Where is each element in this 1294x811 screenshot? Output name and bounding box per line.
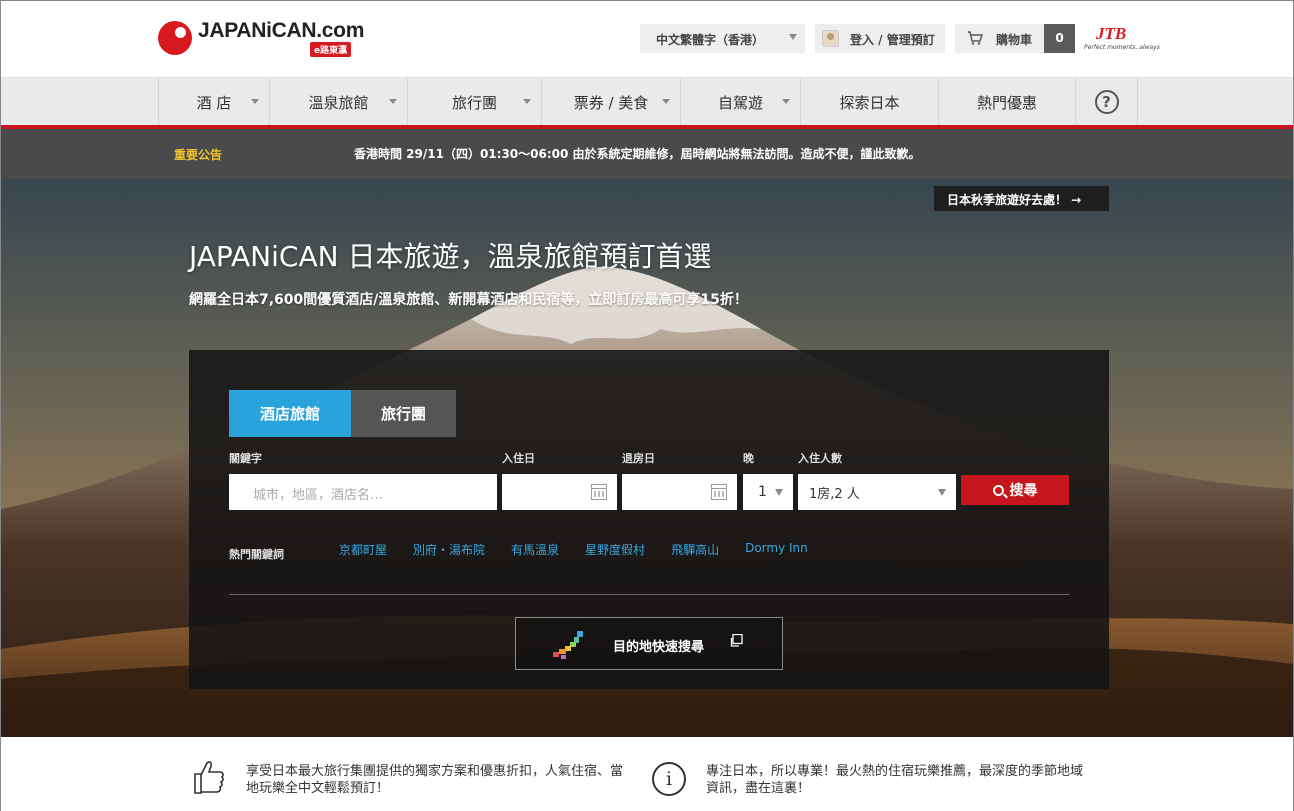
nav-item-selfdrive[interactable]: 自駕遊	[680, 78, 800, 126]
chevron-down-icon	[775, 489, 783, 496]
hot-keyword-link[interactable]: 別府・湯布院	[413, 541, 485, 558]
nav-label: 票券 / 美食	[573, 93, 649, 112]
help-icon: ?	[1094, 90, 1119, 114]
chevron-down-icon	[662, 99, 670, 104]
tab-hotel[interactable]: 酒店旅館	[229, 390, 351, 437]
cart-icon	[968, 31, 983, 45]
guests-label: 入住人數	[798, 452, 842, 465]
nav-item-tickets[interactable]: 票券 / 美食	[541, 78, 680, 126]
chevron-down-icon	[389, 99, 397, 104]
guests-select[interactable]: 1房,2 人	[798, 474, 956, 510]
chevron-down-icon	[782, 99, 790, 104]
checkin-label: 入住日	[502, 452, 535, 465]
nav-item-tour[interactable]: 旅行團	[407, 78, 541, 126]
checkout-date-input[interactable]	[622, 474, 737, 510]
cart-count-badge[interactable]: 0	[1044, 24, 1075, 53]
info-icon: i	[652, 762, 686, 796]
jtb-tagline: Perfect moments, always	[1084, 44, 1160, 51]
hero-subtitle: 網羅全日本7,600間優質酒店/溫泉旅館、新開幕酒店和民宿等，立即訂房最高可享1…	[189, 292, 748, 308]
nav-item-help[interactable]: ?	[1075, 78, 1138, 126]
feature-text: 享受日本最大旅行集團提供的獨家方案和優惠折扣，人氣住宿、當地玩樂全中文輕鬆預訂！	[246, 764, 624, 796]
nav-item-explore[interactable]: 探索日本	[800, 78, 938, 126]
destination-search-button[interactable]: 目的地快速搜尋	[515, 617, 783, 670]
checkin-date-input[interactable]	[502, 474, 617, 510]
language-select[interactable]: 中文繁體字（香港）	[640, 24, 805, 53]
guests-value: 1房,2 人	[809, 487, 860, 502]
login-button[interactable]: 登入 / 管理預訂	[815, 24, 945, 53]
japan-map-icon	[553, 631, 583, 659]
nav-label: 熱門優惠	[976, 93, 1037, 112]
open-window-icon	[730, 634, 743, 647]
jtb-logo[interactable]: JTB Perfect moments, always	[1084, 24, 1160, 54]
jtb-mark: JTB	[1096, 24, 1127, 43]
cart-button[interactable]: 購物車	[955, 24, 1045, 53]
nav-item-onsen[interactable]: 溫泉旅館	[269, 78, 407, 126]
nights-label: 晚	[743, 452, 754, 465]
nav-label: 自駕遊	[717, 93, 763, 112]
hot-keywords-list: 京都町屋 別府・湯布院 有馬溫泉 星野度假村 飛驒高山 Dormy Inn	[339, 541, 808, 558]
nav-label: 溫泉旅館	[308, 93, 369, 112]
feature-text: 專注日本，所以專業！最火熱的住宿玩樂推薦，最深度的季節地域資訊，盡在這裏！	[706, 764, 1084, 796]
calendar-icon	[711, 484, 727, 500]
features-strip: 享受日本最大旅行集團提供的獨家方案和優惠折扣，人氣住宿、當地玩樂全中文輕鬆預訂！…	[1, 737, 1293, 811]
hot-keyword-link[interactable]: Dormy Inn	[745, 541, 808, 558]
hot-keyword-link[interactable]: 有馬溫泉	[511, 541, 559, 558]
user-avatar-icon	[822, 30, 839, 47]
notice-text: 香港時間 29/11（四）01:30～06:00 由於系統定期維修，屆時網站將無…	[354, 147, 921, 161]
tab-tour[interactable]: 旅行團	[351, 390, 456, 437]
thumbs-up-icon	[194, 761, 224, 794]
nights-value: 1	[758, 484, 767, 500]
nav-label: 探索日本	[839, 93, 900, 112]
cart-label: 購物車	[996, 33, 1033, 47]
autumn-promo-link[interactable]: 日本秋季旅遊好去處！ →	[934, 186, 1109, 211]
panel-divider	[229, 594, 1069, 595]
site-logo[interactable]: JAPANiCAN.com e路東瀛	[158, 19, 368, 59]
keyword-input[interactable]: 城市，地區，酒店名…	[229, 474, 497, 510]
chevron-down-icon	[938, 489, 946, 496]
hot-keywords-label: 熱門關鍵詞	[229, 548, 284, 561]
keyword-label: 關鍵字	[229, 452, 262, 465]
site-header: JAPANiCAN.com e路東瀛 中文繁體字（香港） 登入 / 管理預訂 購…	[1, 1, 1293, 77]
hero-title: JAPANiCAN 日本旅遊，溫泉旅館預訂首選	[189, 240, 712, 273]
logo-text: JAPANiCAN.com	[198, 19, 365, 42]
login-label: 登入 / 管理預訂	[850, 33, 935, 47]
search-button-label: 搜尋	[1009, 483, 1038, 499]
nights-select[interactable]: 1	[743, 474, 793, 510]
logo-mark-icon	[158, 21, 192, 55]
hot-keyword-link[interactable]: 京都町屋	[339, 541, 387, 558]
calendar-icon	[591, 484, 607, 500]
logo-tag: e路東瀛	[310, 42, 352, 57]
destination-search-label: 目的地快速搜尋	[613, 640, 705, 655]
nav-item-hotel[interactable]: 酒 店	[158, 78, 269, 126]
hot-keyword-link[interactable]: 飛驒高山	[671, 541, 719, 558]
notice-label: 重要公告	[174, 148, 223, 162]
chevron-down-icon	[523, 99, 531, 104]
search-panel: 酒店旅館 旅行團 關鍵字 入住日 退房日 晚 入住人數 城市，地區，酒店名… 1…	[189, 350, 1109, 689]
nav-label: 旅行團	[451, 93, 497, 112]
nav-label: 酒 店	[196, 93, 232, 112]
main-nav: 酒 店 溫泉旅館 旅行團 票券 / 美食 自駕遊 探索日本 熱門優惠 ?	[1, 77, 1293, 126]
search-icon	[992, 484, 1004, 496]
notice-bar: 重要公告 香港時間 29/11（四）01:30～06:00 由於系統定期維修，屆…	[1, 129, 1293, 179]
hot-keyword-link[interactable]: 星野度假村	[585, 541, 645, 558]
checkout-label: 退房日	[622, 452, 655, 465]
hero-banner: 日本秋季旅遊好去處！ → JAPANiCAN 日本旅遊，溫泉旅館預訂首選 網羅全…	[1, 179, 1293, 737]
language-value: 中文繁體字（香港）	[656, 33, 765, 47]
chevron-down-icon	[789, 34, 797, 40]
search-button[interactable]: 搜尋	[961, 475, 1069, 505]
chevron-down-icon	[251, 99, 259, 104]
nav-item-deals[interactable]: 熱門優惠	[938, 78, 1075, 126]
